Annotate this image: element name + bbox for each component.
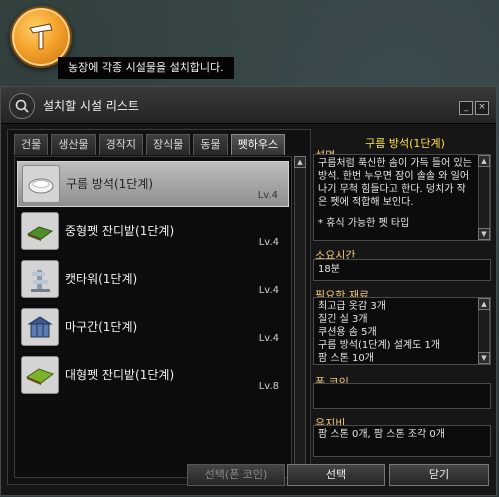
tab-farmland[interactable]: 경작지 [98, 134, 143, 155]
close-button[interactable]: 닫기 [389, 464, 489, 486]
item-level: Lv.8 [258, 381, 279, 392]
item-name: 중형펫 잔디밭(1단계) [65, 224, 175, 238]
material-item: 쿠션용 솜 5개 [318, 327, 377, 338]
close-window-button[interactable]: × [475, 101, 489, 115]
item-name: 캣타워(1단계) [65, 272, 138, 286]
facility-list-panel: 건물 생산물 경작지 장식물 동물 펫하우스 구름 방석(1단계) Lv.4 중… [7, 129, 311, 485]
item-name: 구름 방석(1단계) [66, 177, 154, 191]
upkeep-value: 팜 스톤 0개, 팜 스톤 조각 0개 [313, 425, 491, 457]
material-item: 질긴 실 3개 [318, 314, 368, 325]
list-item-medium-pet-lawn[interactable]: 중형펫 잔디밭(1단계) Lv.4 [17, 209, 289, 255]
minimize-button[interactable]: _ [459, 101, 473, 115]
stable-icon [21, 308, 59, 346]
search-icon [9, 93, 35, 119]
scroll-up-icon[interactable]: ▲ [294, 156, 306, 168]
scroll-down-icon[interactable]: ▼ [478, 352, 490, 364]
list-item-cloud-cushion[interactable]: 구름 방석(1단계) Lv.4 [17, 161, 289, 207]
item-level: Lv.4 [257, 190, 278, 201]
tab-decoration[interactable]: 장식물 [146, 134, 191, 155]
list-item-large-pet-lawn[interactable]: 대형펫 잔디밭(1단계) Lv.8 [17, 353, 289, 399]
coin-value [313, 383, 491, 409]
material-item: 구름 방석(1단계) 설계도 1개 [318, 340, 441, 351]
tab-animal[interactable]: 동물 [193, 134, 228, 155]
item-level: Lv.4 [258, 285, 279, 296]
cat-tower-icon [21, 260, 59, 298]
material-item: 팜 스톤 10개 [318, 353, 374, 364]
tab-production[interactable]: 생산물 [51, 134, 96, 155]
item-name: 대형펫 잔디밭(1단계) [65, 368, 175, 382]
hint-tooltip: 농장에 각종 시설물을 설치합니다. [58, 57, 234, 79]
facility-list: 구름 방석(1단계) Lv.4 중형펫 잔디밭(1단계) Lv.4 캣타워(1단… [14, 156, 292, 478]
description-scrollbar[interactable]: ▲ ▼ [478, 155, 490, 240]
scroll-down-icon[interactable]: ▼ [478, 228, 490, 240]
tab-building[interactable]: 건물 [14, 134, 49, 155]
list-item-cat-tower[interactable]: 캣타워(1단계) Lv.4 [17, 257, 289, 303]
item-name: 마구간(1단계) [65, 320, 138, 334]
item-level: Lv.4 [258, 237, 279, 248]
time-value: 18분 [313, 259, 491, 281]
category-tabs: 건물 생산물 경작지 장식물 동물 펫하우스 [14, 134, 286, 156]
select-button[interactable]: 선택 [287, 464, 385, 486]
scroll-up-icon[interactable]: ▲ [478, 155, 490, 167]
detail-item-name: 구름 방석(1단계) [365, 137, 445, 150]
facility-window: 설치할 시설 리스트 _ × 건물 생산물 경작지 장식물 동물 펫하우스 구름… [0, 86, 497, 496]
list-scrollbar[interactable]: ▲ ▼ [294, 156, 306, 478]
window-title: 설치할 시설 리스트 [43, 99, 139, 113]
description-text: 구름처럼 푹신한 솜이 가득 들어 있는 방석. 한번 누우면 잠이 솔솔 와 … [318, 158, 472, 208]
grass-mat-icon [21, 212, 59, 250]
cloud-cushion-icon [22, 165, 60, 203]
select-coin-button[interactable]: 선택(폰 코인) [187, 464, 285, 486]
hammer-icon [24, 19, 58, 56]
description-box: 구름처럼 푹신한 솜이 가득 들어 있는 방석. 한번 누우면 잠이 솔솔 와 … [313, 154, 491, 241]
list-item-stable[interactable]: 마구간(1단계) Lv.4 [17, 305, 289, 351]
description-note: * 휴식 가능한 펫 타입 [318, 218, 410, 229]
material-item: 최고급 옷감 3개 [318, 301, 386, 312]
item-level: Lv.4 [258, 333, 279, 344]
title-bar[interactable]: 설치할 시설 리스트 _ × [1, 87, 496, 124]
scroll-up-icon[interactable]: ▲ [478, 298, 490, 310]
tab-pet-house[interactable]: 펫하우스 [230, 134, 286, 155]
large-grass-mat-icon [21, 356, 59, 394]
materials-scrollbar[interactable]: ▲ ▼ [478, 298, 490, 364]
materials-box: 최고급 옷감 3개 질긴 실 3개 쿠션용 솜 5개 구름 방석(1단계) 설계… [313, 297, 491, 365]
